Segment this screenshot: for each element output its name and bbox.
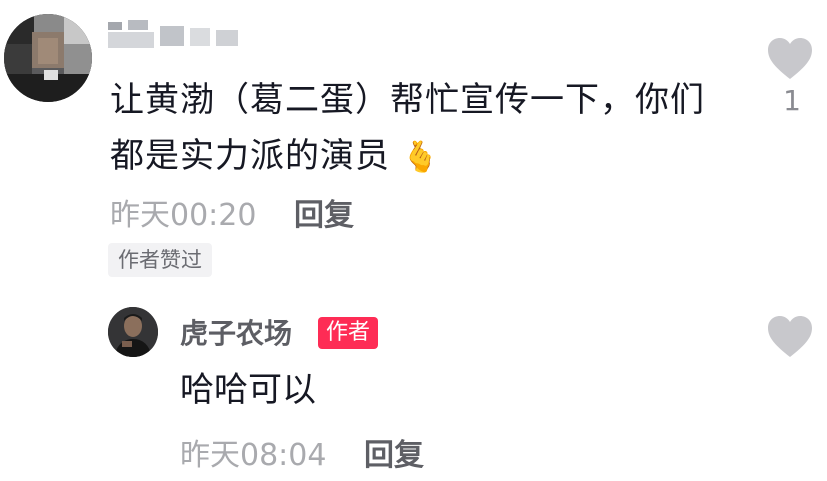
like-count: 1 [783, 84, 801, 117]
like-heart-icon[interactable] [766, 37, 814, 81]
commenter-avatar[interactable] [4, 14, 92, 102]
finger-heart-emoji: 🫰 [401, 140, 441, 175]
reply-button[interactable]: 回复 [294, 190, 354, 234]
reply-username[interactable]: 虎子农场 [180, 312, 292, 352]
comment-text: 让黄渤（葛二蛋）帮忙宣传一下，你们都是实力派的演员 🫰 [110, 72, 730, 186]
pixelated-avatar-image [4, 14, 92, 102]
reply-timestamp: 昨天08:04 [180, 438, 327, 473]
commenter-username-blurred[interactable] [108, 18, 248, 52]
reply-like-heart-icon[interactable] [766, 315, 814, 359]
reply-reply-button[interactable]: 回复 [364, 430, 424, 474]
author-liked-badge: 作者赞过 [108, 243, 212, 277]
reply-text: 哈哈可以 [180, 370, 316, 410]
author-photo [108, 307, 158, 357]
comment-timestamp: 昨天00:20 [110, 198, 257, 233]
author-avatar[interactable] [108, 307, 158, 357]
author-badge: 作者 [318, 317, 379, 349]
